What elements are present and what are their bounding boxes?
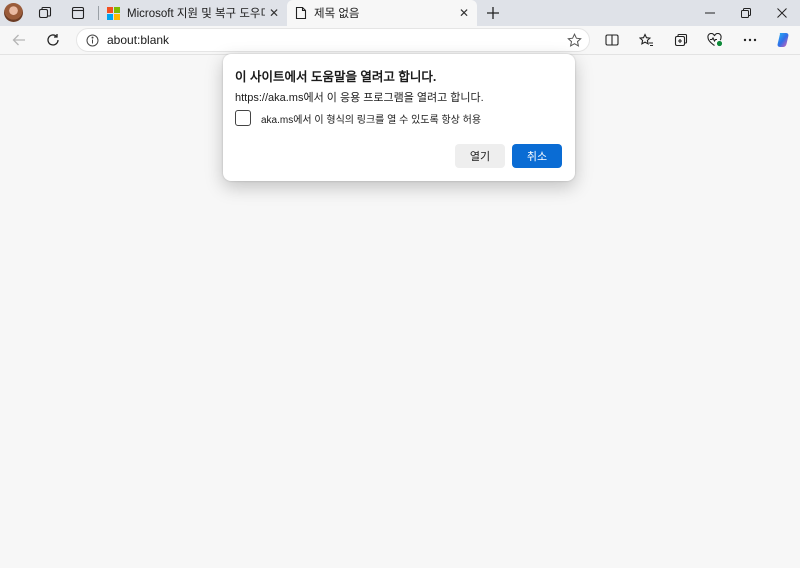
navigation-toolbar: about:blank bbox=[0, 26, 800, 55]
collections-icon bbox=[674, 33, 688, 47]
dialog-message: https://aka.ms에서 이 응용 프로그램을 열려고 합니다. bbox=[235, 92, 484, 104]
favorites-icon bbox=[638, 33, 653, 47]
close-window-button[interactable] bbox=[764, 0, 800, 26]
plus-icon bbox=[487, 7, 499, 19]
back-button[interactable] bbox=[5, 27, 33, 53]
open-button[interactable]: 열기 bbox=[455, 144, 505, 168]
more-dots-icon bbox=[743, 38, 757, 42]
close-icon bbox=[777, 8, 787, 18]
close-tab-icon[interactable]: ✕ bbox=[455, 4, 473, 22]
tab-title: 제목 없음 bbox=[314, 8, 360, 20]
restore-icon bbox=[741, 8, 751, 18]
refresh-icon bbox=[47, 34, 59, 46]
close-tab-icon[interactable]: ✕ bbox=[265, 4, 283, 22]
address-bar[interactable]: about:blank bbox=[76, 28, 590, 52]
collections-button[interactable] bbox=[667, 27, 695, 53]
split-screen-icon bbox=[605, 34, 619, 46]
heart-pulse-icon bbox=[707, 33, 723, 47]
favorite-star-icon[interactable] bbox=[559, 32, 589, 48]
cancel-button[interactable]: 취소 bbox=[512, 144, 562, 168]
copilot-button[interactable] bbox=[769, 27, 797, 53]
new-tab-button[interactable] bbox=[480, 0, 506, 26]
profile-avatar[interactable] bbox=[4, 3, 23, 22]
copilot-icon bbox=[777, 33, 789, 47]
microsoft-logo-icon bbox=[107, 6, 120, 20]
tab-actions-icon[interactable] bbox=[63, 0, 93, 26]
dialog-title: 이 사이트에서 도움말을 열려고 합니다. bbox=[235, 70, 437, 84]
minimize-button[interactable] bbox=[692, 0, 728, 26]
browser-essentials-button[interactable] bbox=[701, 27, 729, 53]
restore-button[interactable] bbox=[728, 0, 764, 26]
back-arrow-icon bbox=[12, 34, 25, 46]
tab-untitled[interactable]: 제목 없음 ✕ bbox=[287, 0, 477, 26]
refresh-button[interactable] bbox=[39, 27, 67, 53]
open-app-dialog: 이 사이트에서 도움말을 열려고 합니다. https://aka.ms에서 이… bbox=[223, 54, 575, 181]
minimize-icon bbox=[705, 12, 715, 14]
blank-page-icon bbox=[295, 6, 307, 20]
always-allow-label[interactable]: aka.ms에서 이 형식의 링크를 열 수 있도록 항상 허용 bbox=[261, 111, 481, 126]
always-allow-checkbox[interactable] bbox=[235, 110, 251, 126]
address-url[interactable]: about:blank bbox=[107, 33, 559, 47]
workspaces-icon[interactable] bbox=[30, 0, 60, 26]
settings-more-button[interactable] bbox=[736, 27, 764, 53]
favorites-button[interactable] bbox=[632, 27, 660, 53]
always-allow-row[interactable]: aka.ms에서 이 형식의 링크를 열 수 있도록 항상 허용 bbox=[235, 110, 481, 126]
tab-title: Microsoft 지원 및 복구 도우미 - M bbox=[127, 8, 265, 20]
tab-microsoft-support[interactable]: Microsoft 지원 및 복구 도우미 - M ✕ bbox=[99, 0, 287, 26]
tab-strip: Microsoft 지원 및 복구 도우미 - M ✕ 제목 없음 ✕ bbox=[0, 0, 800, 26]
info-icon[interactable] bbox=[77, 34, 107, 47]
split-screen-button[interactable] bbox=[598, 27, 626, 53]
